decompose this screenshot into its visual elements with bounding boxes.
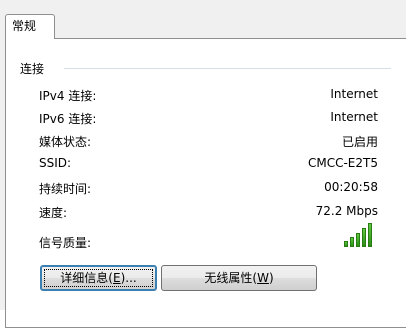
tab-general-label: 常规 (12, 19, 37, 33)
ssid-value: CMCC-E2T5 (307, 156, 378, 170)
wireless-button-suffix: ) (268, 271, 274, 285)
signal-quality-label: 信号质量: (39, 236, 92, 250)
signal-bar (368, 223, 372, 247)
duration-value: 00:20:58 (324, 180, 378, 194)
speed-label: 速度: (39, 206, 68, 220)
ipv6-label: IPv6 连接: (39, 112, 97, 126)
focus-ring (44, 269, 153, 287)
wireless-button-label: 无线属性( (204, 271, 258, 285)
signal-bar (356, 233, 360, 247)
ipv4-value: Internet (330, 87, 378, 101)
connection-group-label: 连接 (20, 62, 45, 76)
ipv6-value: Internet (330, 110, 378, 124)
media-state-label: 媒体状态: (39, 135, 92, 149)
wireless-accelerator: W (257, 271, 269, 285)
signal-bar (350, 237, 354, 247)
signal-strength-icon (344, 222, 374, 247)
tab-general[interactable]: 常规 (5, 14, 55, 39)
ipv4-label: IPv4 连接: (39, 89, 97, 103)
ssid-label: SSID: (39, 156, 72, 170)
wireless-properties-button[interactable]: 无线属性(W) (161, 265, 317, 291)
media-state-value: 已启用 (341, 135, 378, 149)
details-button[interactable]: 详细信息(E)... (40, 265, 157, 291)
duration-label: 持续时间: (39, 182, 92, 196)
group-divider (64, 68, 391, 69)
speed-value: 72.2 Mbps (315, 204, 378, 218)
signal-bar (344, 241, 348, 247)
signal-bar (362, 228, 366, 247)
